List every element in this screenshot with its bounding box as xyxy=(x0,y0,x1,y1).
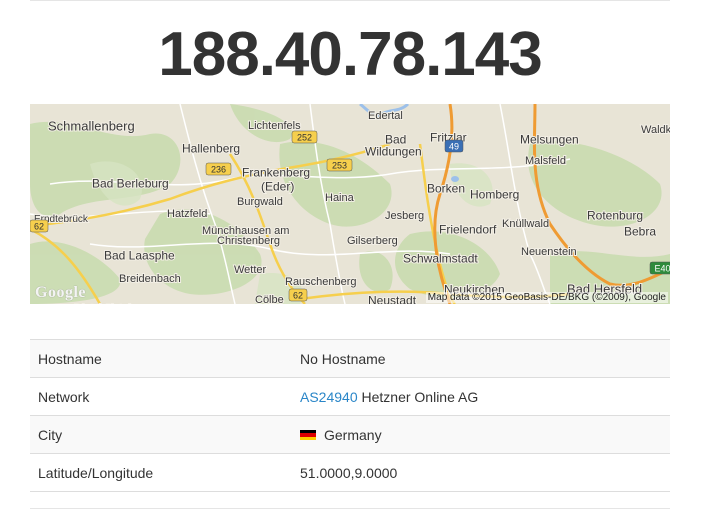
ip-address-title: 188.40.78.143 xyxy=(158,20,543,89)
road-shield: 62 xyxy=(288,288,308,302)
road-shield: E40 xyxy=(649,261,670,275)
map-place-label: Rotenburg xyxy=(587,209,643,223)
map-place-label: Bebra xyxy=(624,225,656,239)
ip-info-table: Hostname No Hostname Network AS24940 Het… xyxy=(30,339,670,492)
svg-text:E40: E40 xyxy=(654,264,670,274)
map-place-label: Breidenbach xyxy=(119,273,181,285)
map-place-label: Malsfeld xyxy=(525,155,566,167)
germany-flag-icon xyxy=(300,429,316,441)
svg-text:62: 62 xyxy=(293,291,303,301)
map-place-label: Rauschenberg xyxy=(285,276,357,288)
lat-long-value: 51.0000,9.0000 xyxy=(292,453,670,492)
map-place-label: Neustadt xyxy=(368,294,417,304)
map-place-label: Knüllwald xyxy=(502,218,549,230)
table-row: Hostname No Hostname xyxy=(30,339,670,378)
table-row: Network AS24940 Hetzner Online AG xyxy=(30,377,670,416)
road-shield: 62 xyxy=(30,219,49,233)
road-shield: 49 xyxy=(444,139,464,153)
city-value: Germany xyxy=(292,415,670,454)
svg-text:236: 236 xyxy=(211,165,226,175)
map-place-label: Lichtenfels xyxy=(248,120,301,132)
map-canvas[interactable]: Schmallenberg LichtenfelsEdertalFritzlar M… xyxy=(30,104,670,304)
svg-text:49: 49 xyxy=(449,142,459,152)
map-place-label: Melsungen xyxy=(520,133,579,147)
map-place-label: Bad Laasphe xyxy=(104,249,175,263)
network-value: AS24940 Hetzner Online AG xyxy=(292,377,670,416)
map-place-label: Borken xyxy=(427,182,465,196)
map-place-label: Burgwald xyxy=(237,196,283,208)
map-place-label: Hatzfeld xyxy=(167,208,207,220)
map-place-label: Dautphetal xyxy=(157,303,215,304)
road-shield: 253 xyxy=(326,158,353,172)
network-name: Hetzner Online AG xyxy=(361,388,479,405)
map-place-label: Haina xyxy=(325,192,355,204)
google-logo: Google xyxy=(35,284,86,301)
map-attribution[interactable]: Map data ©2015 GeoBasis-DE/BKG (©2009), … xyxy=(425,292,668,303)
map-place-label: Schmallenberg xyxy=(48,118,135,133)
lat-long-label: Latitude/Longitude xyxy=(30,453,292,492)
bottom-divider xyxy=(30,508,670,509)
map-place-label: Homberg xyxy=(470,188,519,202)
map-place-label: Edertal xyxy=(368,110,403,122)
map-place-label: Christenberg xyxy=(217,235,280,247)
top-divider xyxy=(30,0,670,1)
map-place-label: Frielendorf xyxy=(439,223,497,237)
city-label: City xyxy=(30,415,292,454)
map-place-label: Waldk xyxy=(641,124,670,136)
map-place-label: Dietzhölztal xyxy=(74,303,131,304)
map-place-label: Hallenberg xyxy=(182,142,240,156)
map-place-label: (Eder) xyxy=(261,180,294,194)
map-place-label: Wetter xyxy=(234,264,267,276)
map-place-label: Schwalmstadt xyxy=(403,252,478,266)
map-place-label: Bad Berleburg xyxy=(92,177,169,191)
map-place-label: Frankenberg xyxy=(242,166,310,180)
country-name: Germany xyxy=(324,426,382,443)
table-row: City Germany xyxy=(30,415,670,454)
map-place-label: Neuenstein xyxy=(521,246,577,258)
asn-link[interactable]: AS24940 xyxy=(300,389,358,405)
location-map[interactable]: Schmallenberg Lichtenfels Edertal Fritzlar M… xyxy=(30,104,670,304)
map-place-label: Wildungen xyxy=(365,145,422,159)
svg-text:252: 252 xyxy=(297,133,312,143)
hostname-value: No Hostname xyxy=(292,339,670,378)
hostname-label: Hostname xyxy=(30,339,292,378)
map-place-label: Gilserberg xyxy=(347,235,398,247)
network-label: Network xyxy=(30,377,292,416)
road-shield: 236 xyxy=(205,162,232,176)
map-place-label: Cölbe xyxy=(255,294,284,304)
svg-text:62: 62 xyxy=(34,222,44,232)
table-row: Latitude/Longitude 51.0000,9.0000 xyxy=(30,453,670,492)
svg-text:253: 253 xyxy=(332,161,347,171)
road-shield: 252 xyxy=(291,130,318,144)
map-place-label: Jesberg xyxy=(385,210,424,222)
